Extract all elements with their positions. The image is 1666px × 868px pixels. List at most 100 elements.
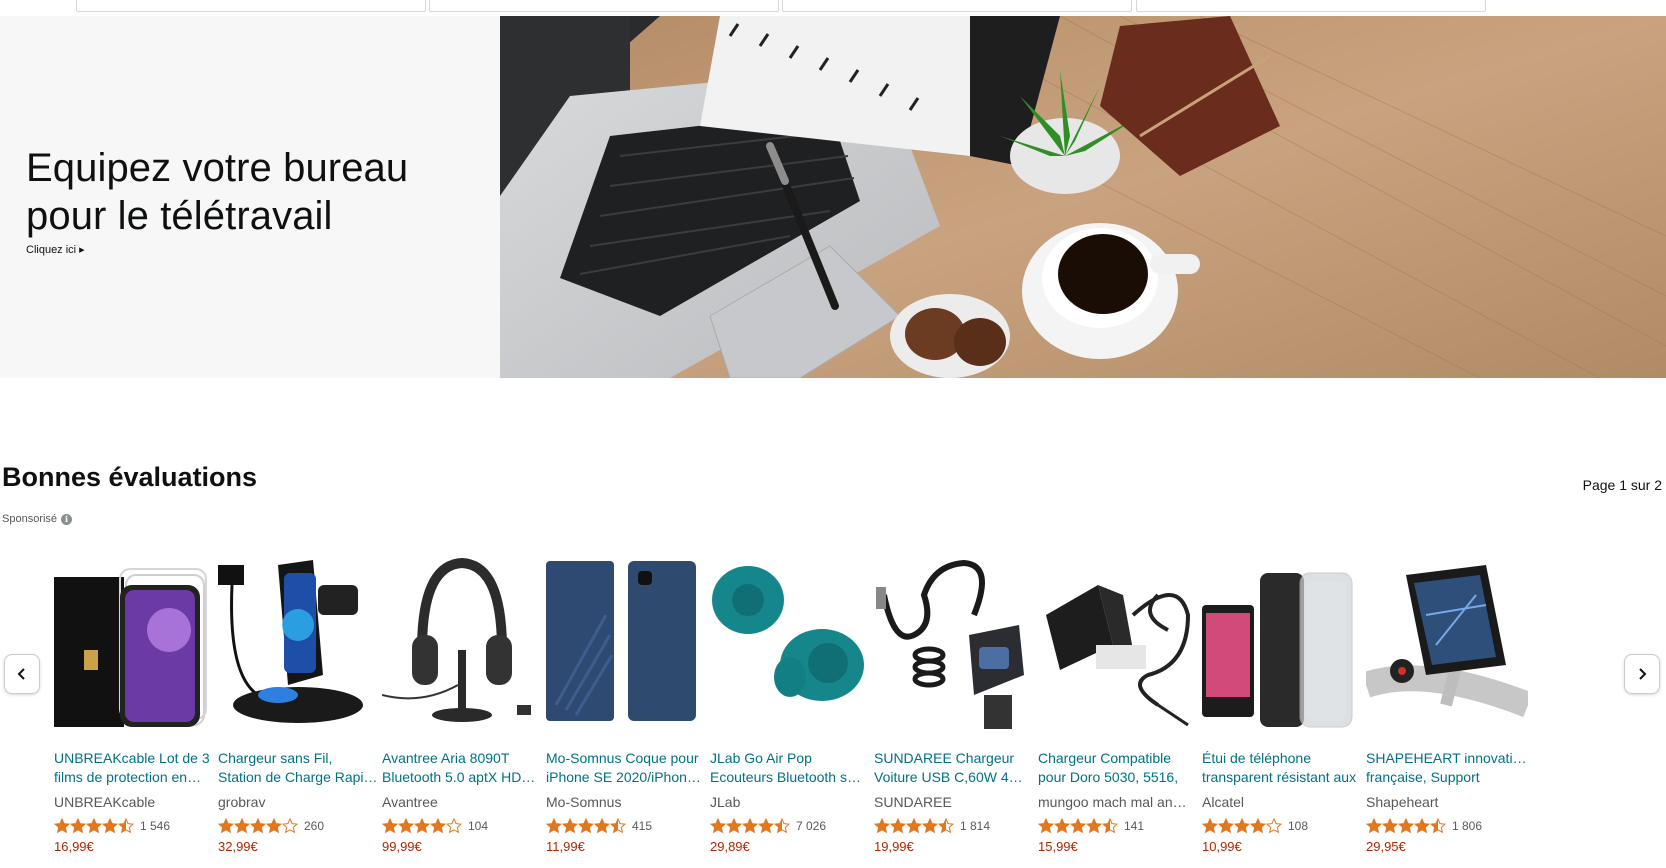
star-rating: [218, 818, 298, 834]
star-icon: [1086, 818, 1102, 834]
product-title-line: pour Doro 5030, 5516,: [1038, 769, 1179, 785]
star-icon: [1038, 818, 1054, 834]
hero-desk-image[interactable]: [500, 16, 1666, 378]
hero-cta-link[interactable]: Cliquez ici ▸: [26, 243, 85, 256]
star-icon: [1234, 818, 1250, 834]
product-title-line: SUNDAREE Chargeur: [874, 750, 1015, 766]
star-icon: [1266, 818, 1282, 834]
product-image[interactable]: [710, 555, 872, 731]
product-image[interactable]: [1202, 555, 1364, 731]
star-icon: [874, 818, 890, 834]
star-icon: [938, 818, 954, 834]
product-price: 15,99€: [1038, 839, 1078, 854]
carousel-prev-button[interactable]: [4, 654, 40, 694]
star-icon: [774, 818, 790, 834]
info-icon[interactable]: i: [61, 513, 73, 525]
section-title: Bonnes évaluations: [2, 462, 258, 492]
star-rating: [1366, 818, 1446, 834]
product-title-link[interactable]: UNBREAKcable Lot de 3 films de protectio…: [54, 749, 216, 787]
product-title-link[interactable]: Chargeur sans Fil, Station de Charge Rap…: [218, 749, 380, 787]
product-title-line: films de protection en…: [54, 769, 202, 785]
star-icon: [890, 818, 906, 834]
product-image[interactable]: [546, 555, 708, 731]
hero-title: Equipez votre bureau pour le télétravail: [26, 144, 466, 240]
product-title-line: Chargeur Compatible: [1038, 750, 1172, 766]
product-image[interactable]: [1038, 555, 1200, 731]
product-rating[interactable]: 7 026: [710, 818, 872, 834]
product-rating[interactable]: 104: [382, 818, 544, 834]
chevron-right-icon: [1639, 668, 1647, 680]
star-rating: [382, 818, 462, 834]
product-title-link[interactable]: SUNDAREE Chargeur Voiture USB C,60W 4…: [874, 749, 1036, 787]
product-rating[interactable]: 260: [218, 818, 380, 834]
product-card: Mo-Somnus Coque pour iPhone SE 2020/iPho…: [546, 555, 708, 865]
product-image[interactable]: [1366, 555, 1528, 731]
product-image[interactable]: [54, 555, 216, 731]
top-card[interactable]: [782, 0, 1132, 12]
product-price: 16,99€: [54, 839, 94, 854]
page-indicator: Page 1 sur 2: [1582, 477, 1662, 493]
star-rating: [54, 818, 134, 834]
star-icon: [282, 818, 298, 834]
star-icon: [430, 818, 446, 834]
review-count: 1 814: [960, 819, 991, 833]
star-icon: [594, 818, 610, 834]
product-price: 29,89€: [710, 839, 750, 854]
product-rating[interactable]: 141: [1038, 818, 1200, 834]
star-icon: [54, 818, 70, 834]
star-icon: [1218, 818, 1234, 834]
product-price: 32,99€: [218, 839, 258, 854]
product-title-line: transparent résistant aux: [1202, 769, 1357, 785]
product-title-link[interactable]: Étui de téléphone transparent résistant …: [1202, 749, 1364, 787]
review-count: 108: [1288, 819, 1309, 833]
star-icon: [922, 818, 938, 834]
product-brand: grobrav: [218, 794, 266, 810]
product-title-line: SHAPEHEART innovation: [1366, 750, 1528, 766]
product-title-line: Étui de téléphone: [1202, 750, 1311, 766]
product-card: Avantree Aria 8090T Bluetooth 5.0 aptX H…: [382, 555, 544, 865]
product-brand: Avantree: [382, 794, 438, 810]
product-title-line: Voiture USB C,60W 4…: [874, 769, 1023, 785]
desk-illustration: [500, 16, 1666, 378]
product-image[interactable]: [218, 555, 380, 731]
star-icon: [1398, 818, 1414, 834]
product-rating[interactable]: 108: [1202, 818, 1364, 834]
product-title-link[interactable]: Avantree Aria 8090T Bluetooth 5.0 aptX H…: [382, 749, 544, 787]
star-icon: [86, 818, 102, 834]
star-icon: [562, 818, 578, 834]
product-image[interactable]: [382, 555, 544, 731]
star-icon: [726, 818, 742, 834]
star-icon: [610, 818, 626, 834]
star-rating: [546, 818, 626, 834]
star-icon: [414, 818, 430, 834]
review-count: 1 806: [1452, 819, 1483, 833]
product-title-link[interactable]: SHAPEHEART innovation française, Support: [1366, 749, 1528, 787]
product-title-line: Avantree Aria 8090T: [382, 750, 510, 766]
product-price: 29,95€: [1366, 839, 1406, 854]
review-count: 7 026: [796, 819, 827, 833]
carousel-next-button[interactable]: [1624, 654, 1660, 694]
product-title-link[interactable]: JLab Go Air Pop Ecouteurs Bluetooth s…: [710, 749, 872, 787]
product-rating[interactable]: 1 806: [1366, 818, 1528, 834]
product-rating[interactable]: 415: [546, 818, 708, 834]
top-card[interactable]: [76, 0, 426, 12]
star-icon: [446, 818, 462, 834]
top-card[interactable]: [429, 0, 779, 12]
star-icon: [742, 818, 758, 834]
product-rating[interactable]: 1 814: [874, 818, 1036, 834]
star-rating: [710, 818, 790, 834]
hero-banner[interactable]: Equipez votre bureau pour le télétravail…: [0, 16, 1666, 378]
product-card: SUNDAREE Chargeur Voiture USB C,60W 4… S…: [874, 555, 1036, 865]
product-brand: Mo-Somnus: [546, 794, 622, 810]
star-icon: [266, 818, 282, 834]
star-icon: [398, 818, 414, 834]
top-card[interactable]: [1136, 0, 1486, 12]
product-title-link[interactable]: Mo-Somnus Coque pour iPhone SE 2020/iPho…: [546, 749, 708, 787]
product-title-link[interactable]: Chargeur Compatible pour Doro 5030, 5516…: [1038, 749, 1200, 787]
product-brand: UNBREAKcable: [54, 794, 156, 810]
review-count: 141: [1124, 819, 1145, 833]
product-image[interactable]: [874, 555, 1036, 731]
star-icon: [1102, 818, 1118, 834]
product-rating[interactable]: 1 546: [54, 818, 216, 834]
star-icon: [218, 818, 234, 834]
